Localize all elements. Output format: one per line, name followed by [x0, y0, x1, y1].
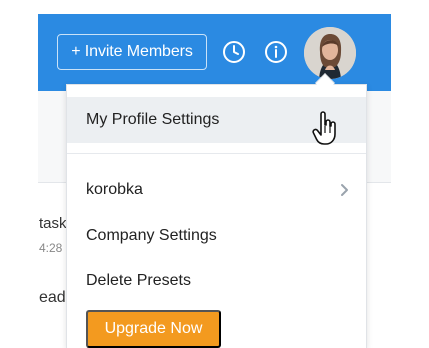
menu-item-label: Company Settings — [86, 227, 217, 244]
menu-item-korobka[interactable]: korobka — [67, 167, 366, 213]
invite-members-button[interactable]: + Invite Members — [57, 34, 207, 70]
upgrade-now-label: Upgrade Now — [104, 320, 203, 337]
chevron-right-icon — [338, 180, 352, 200]
menu-item-label: korobka — [86, 181, 143, 198]
menu-item-label: Delete Presets — [86, 272, 191, 289]
menu-item-label: My Profile Settings — [86, 111, 220, 128]
upgrade-now-button[interactable]: Upgrade Now — [86, 310, 221, 348]
invite-members-label: + Invite Members — [71, 43, 193, 60]
background-task-text: task — [39, 215, 67, 232]
background-card-right — [366, 182, 391, 348]
background-card-left — [38, 182, 68, 348]
menu-item-delete-presets[interactable]: Delete Presets — [67, 258, 366, 304]
app-canvas: task 4:28 ead + Invite Members My Profil… — [0, 0, 429, 348]
user-avatar[interactable] — [304, 27, 356, 79]
clock-icon[interactable] — [221, 39, 247, 65]
menu-divider — [67, 153, 366, 154]
menu-item-company-settings[interactable]: Company Settings — [67, 213, 366, 259]
info-icon[interactable] — [263, 39, 289, 65]
hand-pointer-icon — [311, 111, 339, 145]
background-read-text: ead — [39, 289, 66, 306]
background-time-text: 4:28 — [39, 241, 63, 255]
